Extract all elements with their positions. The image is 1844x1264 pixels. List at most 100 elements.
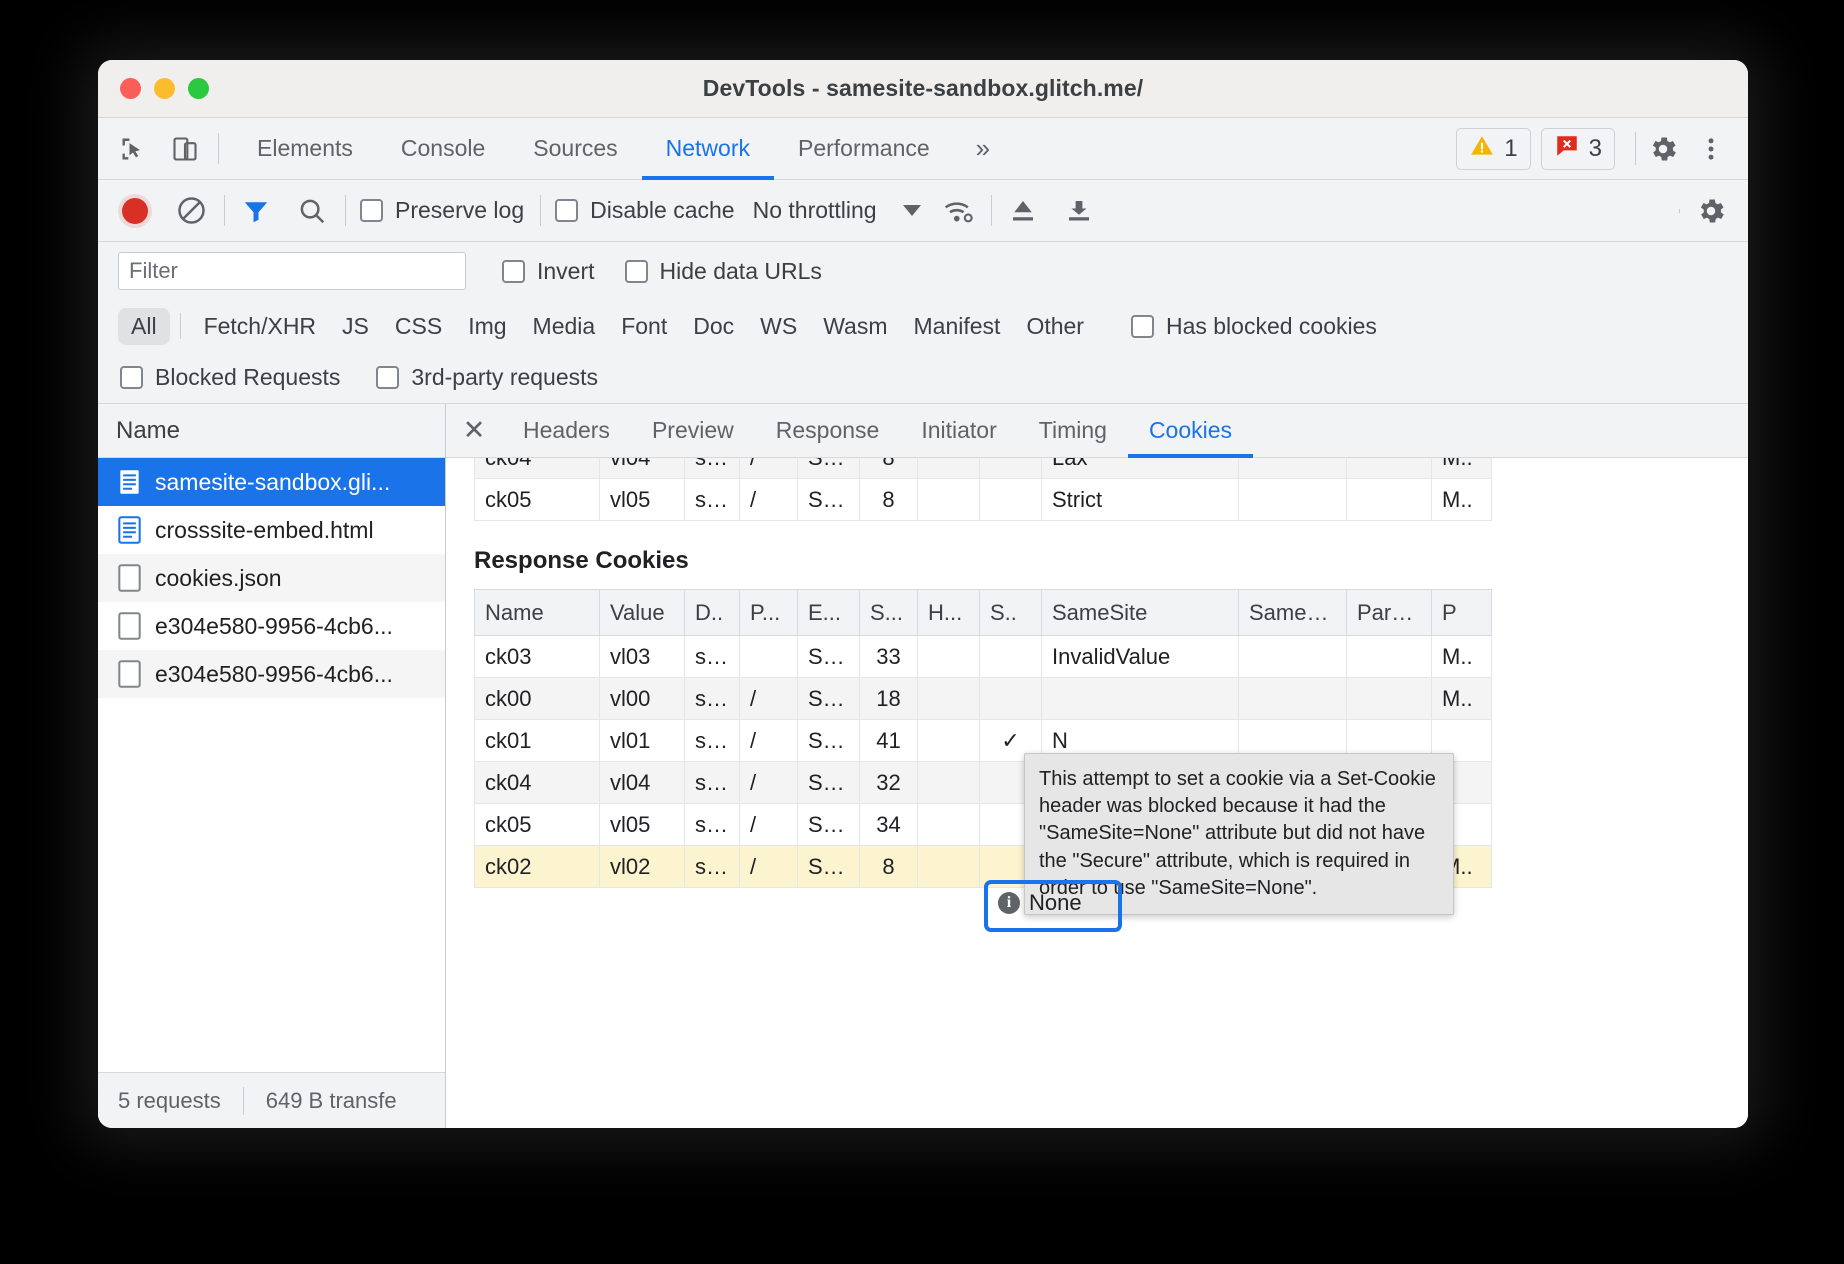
third-party-requests-box[interactable] [376, 366, 399, 389]
invert-checkbox[interactable]: Invert [502, 258, 595, 285]
preserve-log-box[interactable] [360, 199, 383, 222]
type-filter-all[interactable]: All [118, 308, 170, 345]
tab-performance[interactable]: Performance [774, 118, 954, 179]
tab-cookies[interactable]: Cookies [1128, 404, 1253, 457]
chevron-down-icon [903, 205, 921, 216]
samesite-none-label: None [1029, 890, 1082, 916]
samesite-none-cell[interactable]: i None [998, 890, 1082, 916]
type-filter-other[interactable]: Other [1013, 308, 1097, 345]
list-item[interactable]: e304e580-9956-4cb6... [98, 650, 445, 698]
has-blocked-cookies-checkbox[interactable]: Has blocked cookies [1131, 313, 1377, 340]
close-icon[interactable]: ✕ [446, 404, 502, 457]
type-filter-css[interactable]: CSS [382, 308, 455, 345]
type-filter-font[interactable]: Font [608, 308, 680, 345]
status-divider [243, 1087, 244, 1115]
export-har-icon[interactable] [1062, 194, 1096, 228]
list-item[interactable]: cookies.json [98, 554, 445, 602]
cell-httponly [918, 458, 980, 479]
network-conditions-icon[interactable] [941, 194, 975, 228]
type-filter-img[interactable]: Img [455, 308, 519, 345]
requests-column-header[interactable]: Name [98, 404, 445, 458]
toolbar-divider [218, 133, 219, 164]
more-tabs-icon[interactable]: » [954, 118, 1012, 179]
invert-box[interactable] [502, 260, 525, 283]
hide-data-urls-box[interactable] [625, 260, 648, 283]
cell-size: 33 [860, 636, 918, 678]
col-value[interactable]: Value [600, 590, 685, 636]
col-priority[interactable]: P [1432, 590, 1492, 636]
col-size[interactable]: S... [860, 590, 918, 636]
list-item[interactable]: crosssite-embed.html [98, 506, 445, 554]
col-samesite[interactable]: SameSite [1042, 590, 1239, 636]
tab-timing[interactable]: Timing [1018, 404, 1128, 457]
search-icon[interactable] [295, 194, 329, 228]
table-row[interactable]: ck05 vl05 s… / S… 8 Strict [475, 479, 1492, 521]
filter-input[interactable] [118, 252, 466, 290]
table-row[interactable]: ck03 vl03 s… S… 33 InvalidValue [475, 636, 1492, 678]
cell-path: / [740, 720, 798, 762]
cell-domain: s… [685, 479, 740, 521]
list-item[interactable]: samesite-sandbox.gli... [98, 458, 445, 506]
type-filter-wasm[interactable]: Wasm [810, 308, 900, 345]
inspect-element-icon[interactable] [116, 132, 150, 166]
tab-headers[interactable]: Headers [502, 404, 631, 457]
type-filter-manifest[interactable]: Manifest [901, 308, 1014, 345]
disable-cache-checkbox[interactable]: Disable cache [555, 197, 734, 224]
more-options-icon[interactable] [1694, 132, 1728, 166]
type-filter-js[interactable]: JS [329, 308, 382, 345]
warnings-badge[interactable]: 1 [1456, 128, 1530, 170]
type-filter-doc[interactable]: Doc [680, 308, 747, 345]
minimize-window-button[interactable] [154, 78, 175, 99]
cell-size: 41 [860, 720, 918, 762]
blocked-requests-checkbox[interactable]: Blocked Requests [120, 364, 340, 391]
tab-response[interactable]: Response [755, 404, 901, 457]
import-har-icon[interactable] [1006, 194, 1040, 228]
col-domain[interactable]: D.. [685, 590, 740, 636]
tab-preview[interactable]: Preview [631, 404, 755, 457]
preserve-log-label: Preserve log [395, 197, 524, 224]
filter-funnel-icon[interactable] [239, 194, 273, 228]
col-name[interactable]: Name [475, 590, 600, 636]
document-icon [118, 516, 141, 544]
throttling-select[interactable]: No throttling [753, 197, 921, 224]
tab-console[interactable]: Console [377, 118, 509, 179]
maximize-window-button[interactable] [188, 78, 209, 99]
cell-expires: S… [798, 479, 860, 521]
has-blocked-cookies-label: Has blocked cookies [1166, 313, 1377, 340]
col-secure[interactable]: S.. [980, 590, 1042, 636]
errors-badge[interactable]: 3 [1541, 128, 1615, 170]
col-path[interactable]: P... [740, 590, 798, 636]
tab-sources[interactable]: Sources [509, 118, 641, 179]
tab-initiator[interactable]: Initiator [900, 404, 1017, 457]
close-window-button[interactable] [120, 78, 141, 99]
type-filter-divider [180, 313, 181, 339]
disable-cache-box[interactable] [555, 199, 578, 222]
third-party-requests-checkbox[interactable]: 3rd-party requests [376, 364, 598, 391]
toggle-device-toolbar-icon[interactable] [168, 132, 202, 166]
col-expires[interactable]: E... [798, 590, 860, 636]
type-filter-fetch-xhr[interactable]: Fetch/XHR [191, 308, 329, 345]
tab-network[interactable]: Network [642, 118, 774, 179]
network-settings-gear-icon[interactable] [1694, 194, 1728, 228]
col-partition[interactable]: Par… [1347, 590, 1432, 636]
type-filter-media[interactable]: Media [520, 308, 609, 345]
preserve-log-checkbox[interactable]: Preserve log [360, 197, 524, 224]
has-blocked-cookies-box[interactable] [1131, 315, 1154, 338]
table-row[interactable]: ck04 vl04 s… / S… 8 Lax [475, 458, 1492, 479]
col-httponly[interactable]: H... [918, 590, 980, 636]
record-button[interactable] [118, 194, 152, 228]
clear-button[interactable] [174, 194, 208, 228]
resource-type-filters: All Fetch/XHR JS CSS Img Media Font Doc … [98, 300, 1748, 352]
hide-data-urls-checkbox[interactable]: Hide data URLs [625, 258, 822, 285]
type-filter-ws[interactable]: WS [747, 308, 810, 345]
table-header-row: Name Value D.. P... E... S... H... S.. S… [475, 590, 1492, 636]
window-controls[interactable] [120, 78, 209, 99]
tab-elements[interactable]: Elements [233, 118, 377, 179]
blocked-requests-box[interactable] [120, 366, 143, 389]
cell-httponly [918, 678, 980, 720]
col-sameparty[interactable]: Same… [1239, 590, 1347, 636]
settings-gear-icon[interactable] [1646, 132, 1680, 166]
cell-expires: S… [798, 636, 860, 678]
list-item[interactable]: e304e580-9956-4cb6... [98, 602, 445, 650]
table-row[interactable]: ck00 vl00 s… / S… 18 [475, 678, 1492, 720]
